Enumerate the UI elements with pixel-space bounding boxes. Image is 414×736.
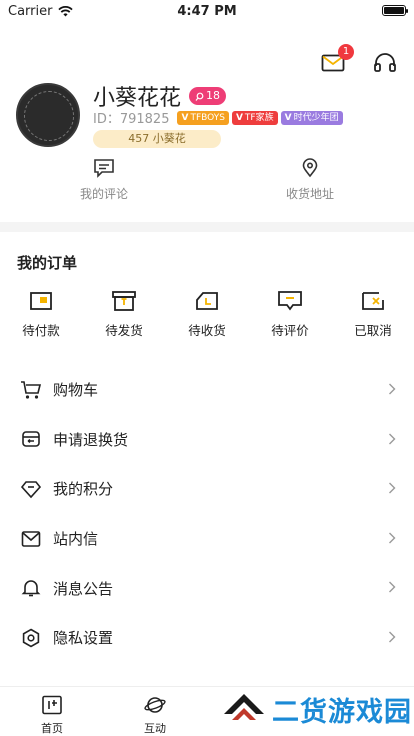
fan-tag: V TFBOYS: [177, 110, 229, 125]
orders-title: 我的订单: [17, 254, 78, 272]
order-status-row: 待付款 待发货 待收货 待评价 已取消: [0, 290, 414, 340]
level-badge: 18: [189, 87, 227, 105]
bell-icon: [21, 580, 41, 597]
fan-tags: V TFBOYS V TF家族 V 时代少年团: [177, 110, 343, 125]
menu-item-label: 申请退换货: [53, 430, 129, 449]
chevron-right-icon: [389, 581, 396, 593]
status-bar: Carrier 4:47 PM: [0, 0, 414, 22]
fan-tag: V TF家族: [231, 110, 278, 125]
pending-payment-icon: [30, 292, 52, 310]
menu-item-privacy[interactable]: 隐私设置: [0, 613, 414, 663]
messages-button[interactable]: 1: [320, 44, 354, 76]
order-cancelled[interactable]: 已取消: [338, 290, 408, 339]
points-badge[interactable]: 457 小葵花: [93, 130, 221, 148]
tab-interact-label: 互动: [144, 722, 166, 735]
id-row: ID：791825 V TFBOYS V TF家族 V 时代少年团: [93, 108, 343, 127]
shipping-address-link[interactable]: 收货地址: [250, 158, 370, 202]
tab-home[interactable]: 首页: [22, 695, 82, 736]
cancelled-icon: [362, 292, 384, 310]
chevron-right-icon: [389, 482, 396, 494]
message-count-badge: 1: [338, 44, 354, 60]
order-pending-payment-label: 待付款: [22, 323, 60, 338]
order-pending-payment[interactable]: 待付款: [6, 290, 76, 339]
battery-icon: [382, 5, 408, 16]
menu-item-cart[interactable]: 购物车: [0, 365, 414, 415]
order-cancelled-label: 已取消: [354, 323, 392, 338]
return-icon: [22, 431, 40, 448]
chevron-right-icon: [389, 433, 396, 445]
watermark: 二货游戏园: [222, 690, 412, 729]
user-id: ID：791825: [93, 112, 170, 127]
watermark-logo-icon: [224, 693, 264, 720]
pending-receipt-icon: [196, 292, 218, 310]
quick-links: 我的评论 收货地址: [0, 158, 414, 208]
cart-icon: [21, 380, 42, 399]
chevron-right-icon: [389, 631, 396, 643]
avatar[interactable]: [16, 83, 80, 147]
headset-icon: [374, 53, 396, 72]
order-pending-shipment-label: 待发货: [105, 323, 143, 338]
order-pending-receipt[interactable]: 待收货: [172, 290, 242, 339]
my-comments-label: 我的评论: [79, 187, 128, 201]
order-pending-shipment[interactable]: 待发货: [89, 290, 159, 339]
comment-icon: [94, 159, 114, 178]
chevron-right-icon: [389, 532, 396, 544]
menu-item-label: 购物车: [53, 381, 99, 400]
home-icon: [42, 695, 62, 715]
menu-item-returns[interactable]: 申请退换货: [0, 415, 414, 465]
menu-item-label: 隐私设置: [53, 629, 114, 648]
section-divider: [0, 222, 414, 232]
menu-item-announcements[interactable]: 消息公告: [0, 563, 414, 613]
menu-item-label: 消息公告: [53, 579, 114, 598]
fan-tag: V 时代少年团: [280, 110, 343, 125]
menu-item-points[interactable]: 我的积分: [0, 464, 414, 514]
gear-icon: [22, 628, 40, 648]
pending-review-icon: [278, 291, 302, 311]
order-pending-receipt-label: 待收货: [188, 323, 226, 338]
location-icon: [302, 158, 318, 178]
watermark-text: 二货游戏园: [272, 697, 412, 728]
tab-home-label: 首页: [41, 722, 63, 735]
my-comments-link[interactable]: 我的评论: [44, 158, 164, 202]
tab-interact[interactable]: 互动: [125, 695, 185, 736]
shipping-address-label: 收货地址: [285, 187, 334, 201]
diamond-icon: [21, 481, 41, 499]
pending-shipment-icon: [112, 291, 136, 311]
level-value: 18: [206, 89, 221, 102]
header-actions: 1: [320, 44, 398, 76]
settings-menu: 购物车 申请退换货 我的积分 站内信 消息公告 隐私设置: [0, 365, 414, 663]
menu-item-label: 站内信: [53, 530, 99, 549]
order-pending-review[interactable]: 待评价: [255, 290, 325, 339]
chevron-right-icon: [389, 383, 396, 395]
status-time: 4:47 PM: [177, 4, 237, 19]
menu-item-label: 我的积分: [53, 480, 114, 499]
level-icon: [195, 92, 204, 101]
profile-header: 小葵花花 18 ID：791825 V TFBOYS V TF家族 V 时代少年团 4…: [16, 80, 398, 160]
order-pending-review-label: 待评价: [271, 323, 309, 338]
planet-icon: [144, 697, 166, 713]
mail-icon: [21, 530, 41, 547]
customer-service-button[interactable]: [372, 50, 398, 76]
menu-item-inbox[interactable]: 站内信: [0, 514, 414, 564]
